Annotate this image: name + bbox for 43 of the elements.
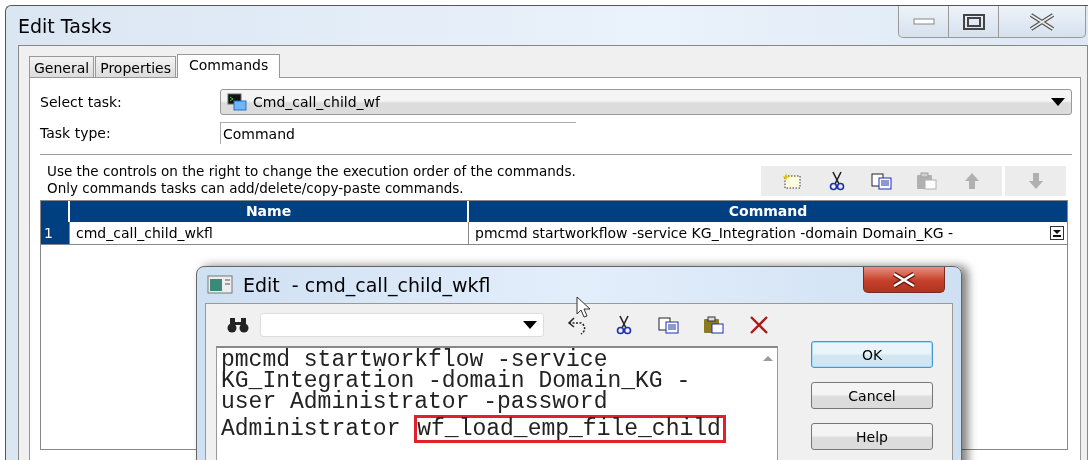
binoculars-icon[interactable] xyxy=(226,317,250,333)
tab[interactable]: Properties xyxy=(95,56,176,77)
field-label: Task type: xyxy=(40,124,112,141)
command-task-icon xyxy=(227,92,247,111)
task-dropdown[interactable]: Cmd_call_child_wf xyxy=(220,88,1072,115)
expand-icon[interactable] xyxy=(1050,226,1064,240)
scroll-up-icon xyxy=(762,354,774,362)
field-label: Select task: xyxy=(40,93,123,110)
copy-icon xyxy=(657,316,680,334)
window-icon xyxy=(207,275,233,295)
window-title: Edit Tasks xyxy=(18,14,112,37)
close-icon xyxy=(891,271,917,288)
dialog-title: Edit - cmd_call_child_wkfl xyxy=(243,274,491,296)
tab[interactable]: General xyxy=(29,56,95,77)
row-number: 1 xyxy=(41,222,70,244)
clipboard-icon xyxy=(702,316,725,334)
up-arrow-icon xyxy=(963,172,980,190)
task-type-field: Command xyxy=(220,121,576,144)
maximize-icon xyxy=(962,13,985,30)
column-header: Command xyxy=(469,201,1067,222)
down-arrow-icon xyxy=(1027,172,1044,190)
instructions-text: Use the controls on the right to change the execution order of the commands. Only commands tasks can add/delete/copy-paste commands. xyxy=(47,163,577,196)
highlighted-text: wf_load_emp_file_child xyxy=(414,415,726,443)
dialog-button[interactable]: Cancel xyxy=(811,382,933,409)
scissors-icon xyxy=(615,315,632,335)
dropdown-arrow-icon xyxy=(523,321,537,329)
mouse-pointer-icon xyxy=(576,296,592,318)
dialog-button[interactable]: OK xyxy=(811,341,933,368)
dialog-button[interactable]: Help xyxy=(811,423,933,450)
scissors-icon xyxy=(828,171,845,191)
close-icon xyxy=(1028,12,1056,31)
table-cell: cmd_call_child_wkfl xyxy=(70,222,469,244)
new-item-icon xyxy=(781,172,802,190)
table-cell-text: pmcmd startworkflow -service KG_Integration -domain Domain_KG - xyxy=(475,224,954,243)
close-button[interactable] xyxy=(863,267,945,293)
tab[interactable]: Commands xyxy=(176,54,281,78)
corner-header xyxy=(41,201,70,222)
column-header: Name xyxy=(70,201,469,222)
dropdown-arrow-icon xyxy=(1051,97,1065,106)
copy-icon xyxy=(870,172,893,190)
clipboard-icon xyxy=(915,172,938,190)
minimize-icon xyxy=(912,17,935,26)
delete-icon xyxy=(748,316,769,334)
